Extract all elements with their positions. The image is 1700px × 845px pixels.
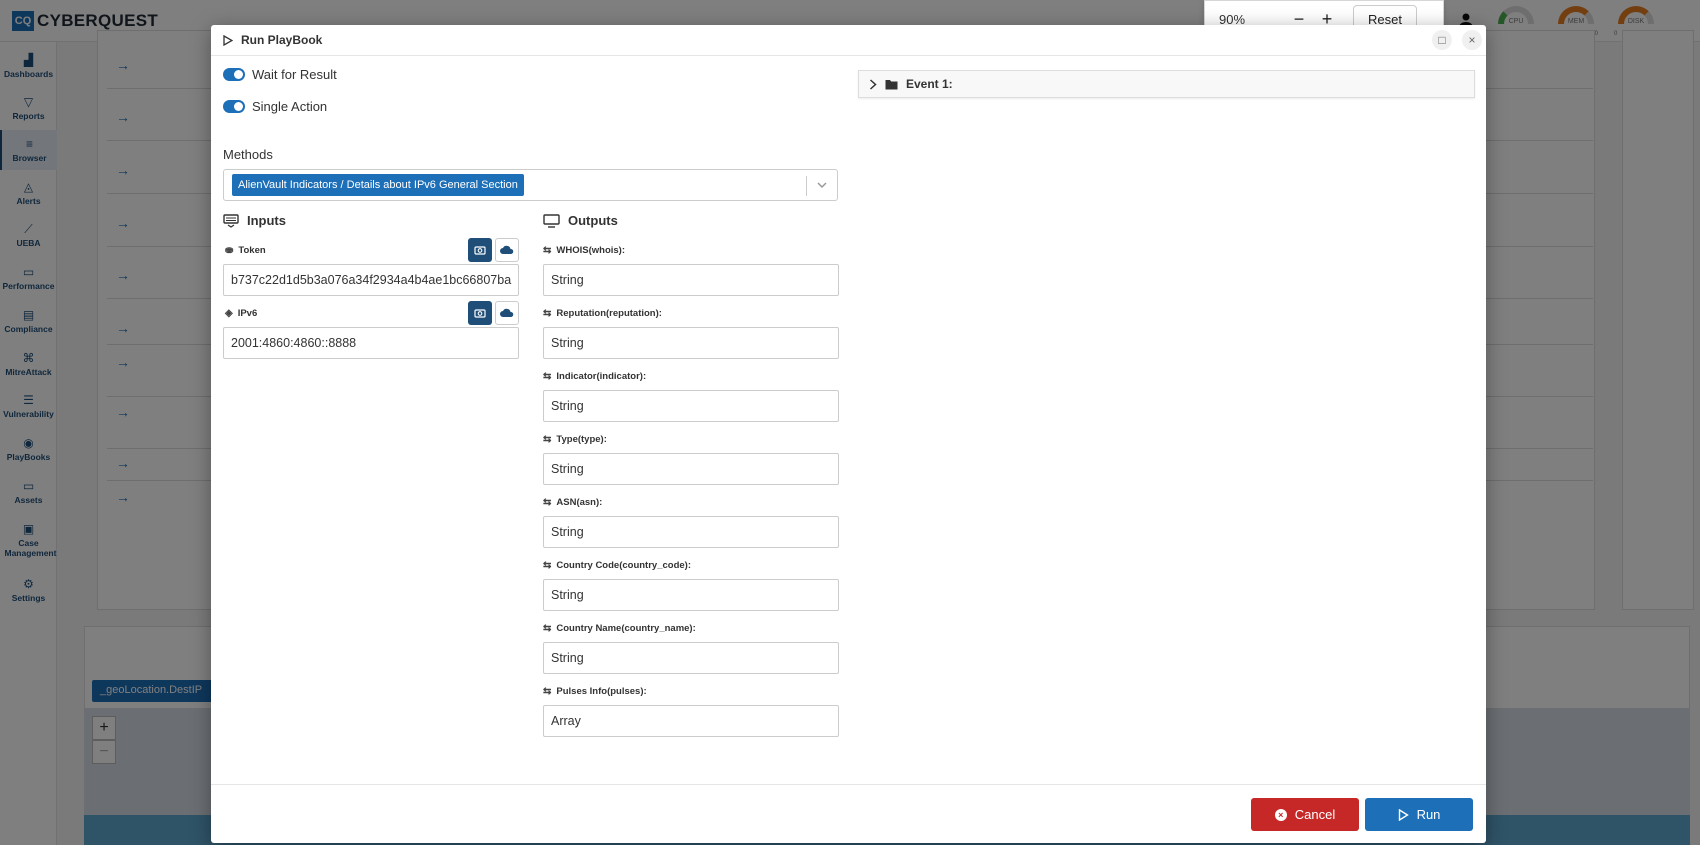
- link-icon: ⇆: [543, 623, 552, 634]
- outputs-header: Outputs: [543, 213, 618, 228]
- camera-icon: [474, 309, 486, 318]
- link-icon: ⇆: [543, 434, 552, 445]
- modal-footer: × Cancel Run: [211, 784, 1486, 843]
- output-field-asn[interactable]: String: [543, 516, 839, 548]
- network-icon: ◈: [225, 308, 233, 319]
- field-label-text: Country Code(country_code):: [556, 560, 691, 571]
- run-label: Run: [1416, 807, 1441, 822]
- output-label-pulses: ⇆ Pulses Info(pulses):: [543, 686, 647, 697]
- select-divider: [806, 176, 807, 196]
- camera-icon: [474, 246, 486, 255]
- play-icon: [1398, 808, 1409, 821]
- modal-title: Run PlayBook: [241, 33, 323, 47]
- variable-picker-button[interactable]: [468, 238, 492, 262]
- maximize-icon[interactable]: □: [1432, 30, 1452, 50]
- token-input[interactable]: b737c22d1d5b3a076a34f2934a4b4ae1bc66807b…: [223, 264, 519, 296]
- output-field-reputation[interactable]: String: [543, 327, 839, 359]
- link-icon: ⇆: [543, 497, 552, 508]
- link-icon: ⇆: [543, 560, 552, 571]
- field-label-text: Country Name(country_name):: [556, 623, 696, 634]
- cloud-icon: [500, 308, 514, 317]
- field-label-text: WHOIS(whois):: [556, 245, 625, 256]
- single-action-toggle[interactable]: Single Action: [223, 99, 327, 114]
- cancel-button[interactable]: × Cancel: [1251, 798, 1359, 831]
- methods-label: Methods: [223, 147, 273, 162]
- toggle-switch[interactable]: [223, 100, 245, 113]
- output-label-indicator: ⇆ Indicator(indicator):: [543, 371, 646, 382]
- play-icon: [223, 34, 233, 46]
- field-label-text: Reputation(reputation):: [556, 308, 662, 319]
- event-accordion[interactable]: Event 1:: [858, 70, 1475, 98]
- source-toggle-button[interactable]: [495, 238, 519, 262]
- field-label-text: ASN(asn):: [556, 497, 603, 508]
- cloud-icon: [500, 245, 514, 254]
- toggle-label: Wait for Result: [252, 67, 337, 82]
- token-label: ⛂ Token: [225, 245, 266, 256]
- chevron-right-icon[interactable]: [869, 78, 877, 90]
- run-playbook-modal: Run PlayBook □ × Wait for Result Single …: [211, 25, 1486, 843]
- folder-icon: [885, 79, 898, 89]
- output-label-country-code: ⇆ Country Code(country_code):: [543, 560, 691, 571]
- field-label-text: Pulses Info(pulses):: [556, 686, 647, 697]
- ipv6-input[interactable]: 2001:4860:4860::8888: [223, 327, 519, 359]
- inputs-header: Inputs: [223, 213, 286, 228]
- selected-method-tag[interactable]: AlienVault Indicators / Details about IP…: [232, 174, 524, 196]
- source-toggle-button[interactable]: [495, 301, 519, 325]
- field-label-text: Indicator(indicator):: [556, 371, 647, 382]
- link-icon: ⇆: [543, 245, 552, 256]
- output-field-country-code[interactable]: String: [543, 579, 839, 611]
- ipv6-label: ◈ IPv6: [225, 308, 257, 319]
- output-label-type: ⇆ Type(type):: [543, 434, 607, 445]
- output-label-asn: ⇆ ASN(asn):: [543, 497, 602, 508]
- output-label-whois: ⇆ WHOIS(whois):: [543, 245, 625, 256]
- cancel-circle-icon: ×: [1274, 808, 1287, 821]
- link-icon: ⇆: [543, 308, 552, 319]
- link-icon: ⇆: [543, 371, 552, 382]
- event-label: Event 1:: [906, 77, 953, 91]
- run-button[interactable]: Run: [1365, 798, 1473, 831]
- modal-header: Run PlayBook □ ×: [211, 25, 1486, 56]
- field-label-text: IPv6: [237, 308, 258, 319]
- close-icon[interactable]: ×: [1462, 30, 1482, 50]
- output-label-reputation: ⇆ Reputation(reputation):: [543, 308, 662, 319]
- output-field-whois[interactable]: String: [543, 264, 839, 296]
- lock-person-icon: ⛂: [225, 245, 234, 256]
- output-field-type[interactable]: String: [543, 453, 839, 485]
- output-field-indicator[interactable]: String: [543, 390, 839, 422]
- output-field-pulses[interactable]: Array: [543, 705, 839, 737]
- monitor-icon: [543, 213, 560, 228]
- link-icon: ⇆: [543, 686, 552, 697]
- output-label-country-name: ⇆ Country Name(country_name):: [543, 623, 696, 634]
- output-field-country-name[interactable]: String: [543, 642, 839, 674]
- chevron-down-icon[interactable]: [816, 179, 828, 191]
- toggle-switch[interactable]: [223, 68, 245, 81]
- methods-select[interactable]: AlienVault Indicators / Details about IP…: [223, 169, 838, 201]
- outputs-title: Outputs: [568, 213, 618, 228]
- toggle-label: Single Action: [252, 99, 328, 114]
- field-label-text: Token: [238, 245, 266, 256]
- variable-picker-button[interactable]: [468, 301, 492, 325]
- keyboard-icon: [223, 213, 239, 228]
- field-label-text: Type(type):: [556, 434, 607, 445]
- wait-for-result-toggle[interactable]: Wait for Result: [223, 67, 337, 82]
- cancel-label: Cancel: [1294, 807, 1336, 822]
- inputs-title: Inputs: [247, 213, 286, 228]
